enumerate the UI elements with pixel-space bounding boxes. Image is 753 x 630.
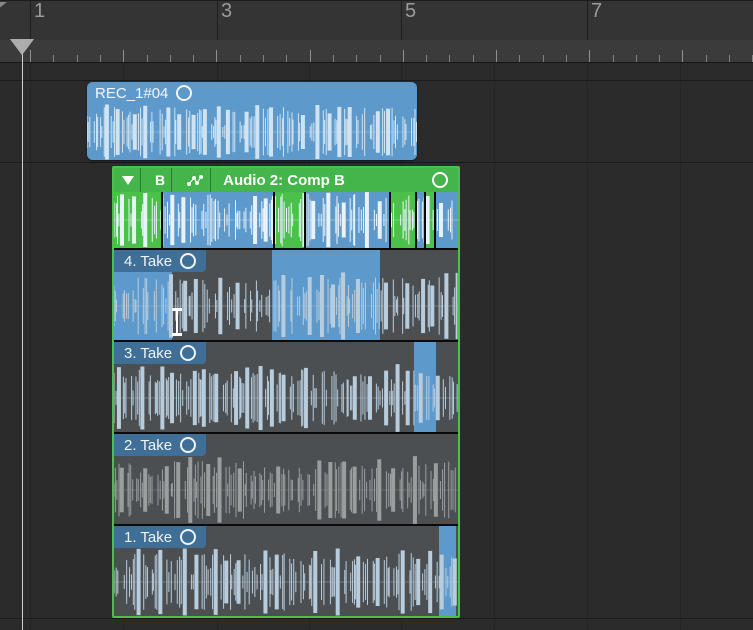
take-lane[interactable]: 4. Take — [114, 248, 458, 340]
take-label[interactable]: 2. Take — [114, 434, 206, 456]
comp-selector-button[interactable]: B — [149, 168, 172, 192]
comp-lane[interactable] — [114, 192, 458, 248]
loop-icon[interactable] — [180, 437, 196, 453]
waveform — [114, 364, 458, 432]
bar-number: 1 — [34, 0, 45, 23]
take-folder[interactable]: B Audio 2: Comp B 4. Take 3. Take 2. Take — [112, 166, 460, 618]
disclosure-button[interactable] — [114, 168, 141, 192]
comp-letter: B — [155, 172, 165, 188]
waveform — [114, 192, 458, 248]
bar-number: 5 — [405, 0, 416, 23]
take-label-text: 4. Take — [124, 253, 172, 270]
take-folder-title: Audio 2: Comp B — [219, 172, 424, 189]
loop-icon[interactable] — [432, 172, 448, 188]
take-label[interactable]: 3. Take — [114, 342, 206, 364]
take-label[interactable]: 1. Take — [114, 526, 206, 548]
take-lane[interactable]: 2. Take — [114, 432, 458, 524]
bar-number: 7 — [591, 0, 602, 23]
flex-button[interactable] — [180, 168, 211, 192]
ruler-start-marker-icon[interactable] — [0, 2, 7, 16]
take-label-text: 3. Take — [124, 345, 172, 362]
chevron-down-icon — [122, 176, 134, 185]
waveform — [114, 548, 458, 616]
bar-number: 3 — [221, 0, 232, 23]
loop-icon[interactable] — [180, 253, 196, 269]
playhead-icon[interactable] — [10, 39, 34, 55]
audio-region[interactable]: REC_1#04 — [87, 82, 417, 160]
loop-icon[interactable] — [176, 85, 192, 101]
region-name: REC_1#04 — [95, 85, 168, 102]
waveform — [114, 272, 458, 340]
loop-icon[interactable] — [180, 345, 196, 361]
timeline-subruler[interactable] — [0, 40, 753, 63]
loop-icon[interactable] — [180, 529, 196, 545]
take-label[interactable]: 4. Take — [114, 250, 206, 272]
flex-icon — [186, 173, 204, 187]
playhead-line[interactable] — [22, 40, 23, 630]
waveform — [114, 456, 458, 524]
take-lane[interactable]: 1. Take — [114, 524, 458, 616]
waveform — [87, 104, 417, 160]
timeline-ruler[interactable]: 1 3 5 7 — [0, 0, 753, 41]
take-label-text: 2. Take — [124, 437, 172, 454]
arrange-area[interactable]: 1 3 5 7 REC_1#04 B — [0, 0, 753, 630]
take-folder-header[interactable]: B Audio 2: Comp B — [114, 168, 458, 192]
take-lane[interactable]: 3. Take — [114, 340, 458, 432]
take-label-text: 1. Take — [124, 529, 172, 546]
